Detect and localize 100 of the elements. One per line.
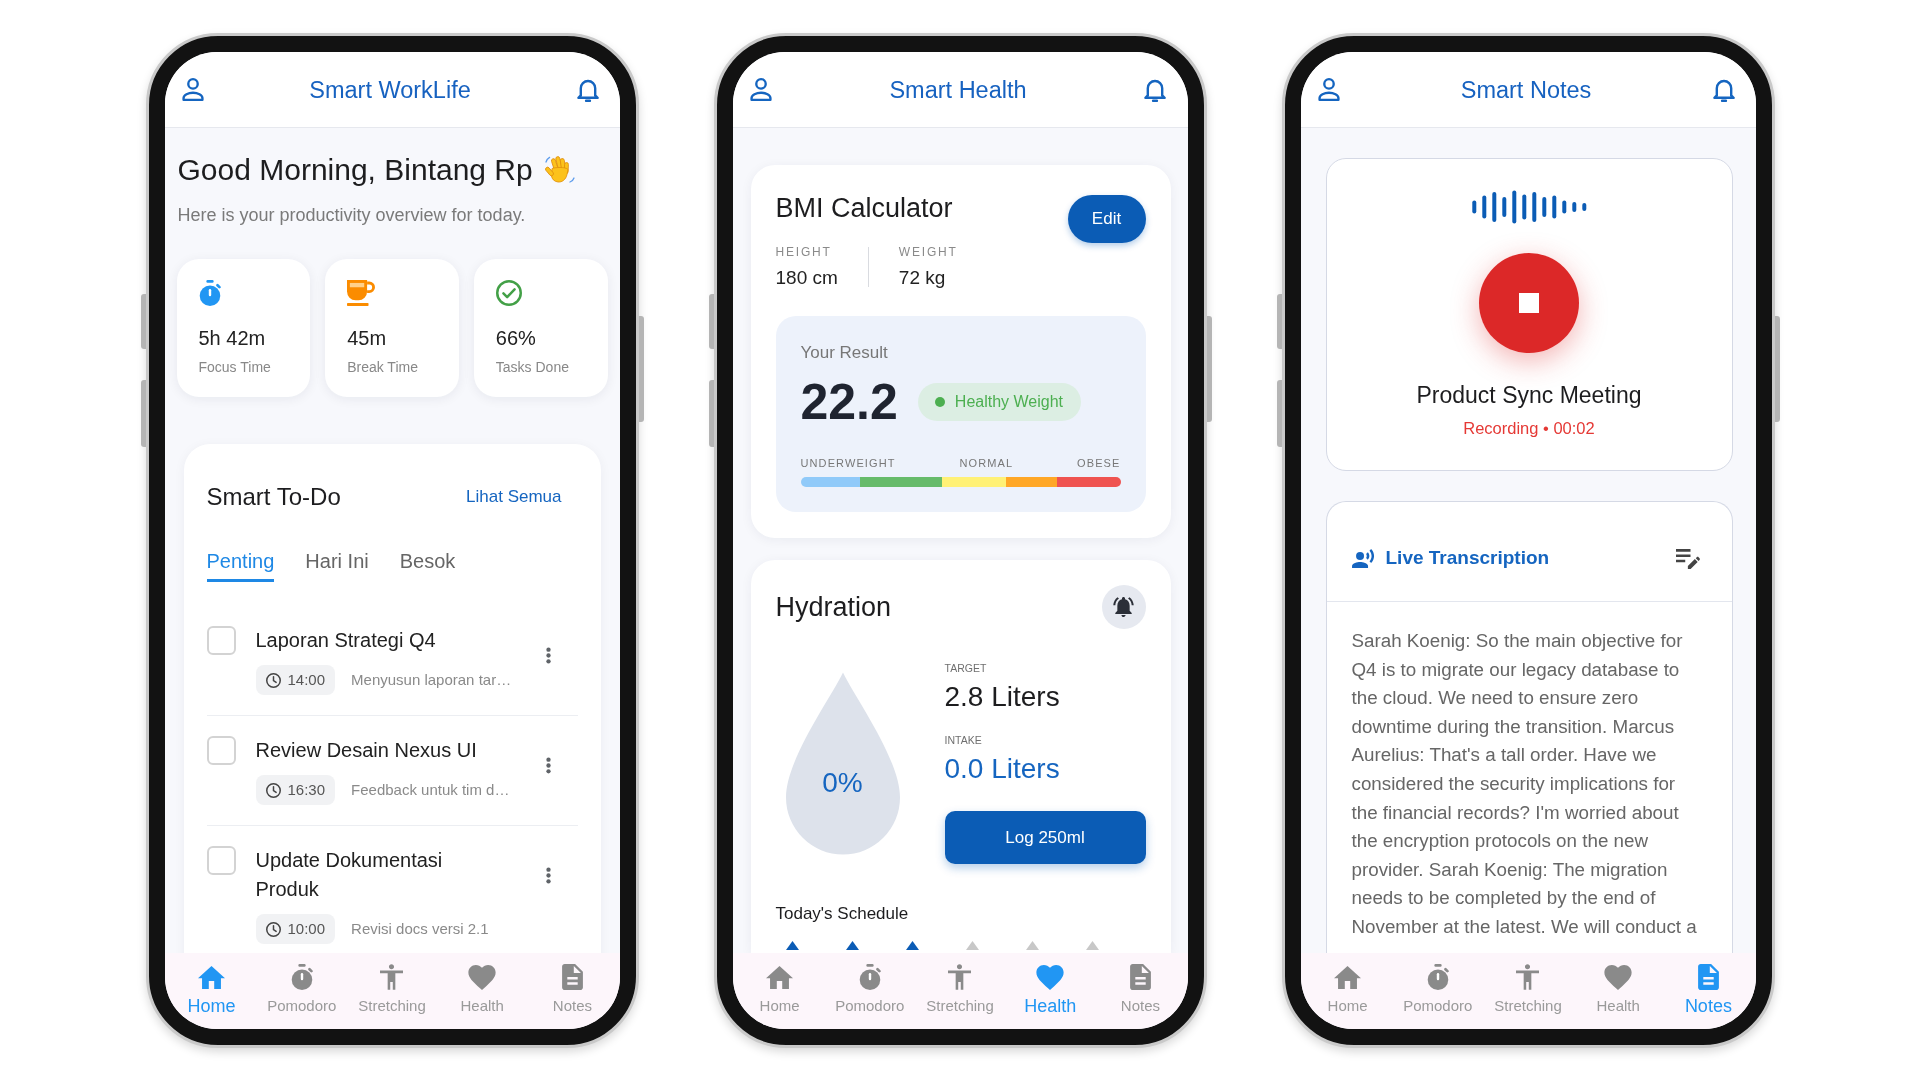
bmi-value: 22.2 — [800, 374, 898, 430]
card-title: Smart To-Do — [206, 484, 341, 510]
status-dot-icon — [934, 397, 945, 407]
more-options-icon[interactable] — [545, 757, 551, 774]
home-icon — [1334, 965, 1362, 989]
scale-label: OBESE — [1077, 456, 1121, 470]
nav-item[interactable]: Stretching — [1482, 953, 1574, 1029]
stopwatch-icon — [1426, 964, 1449, 990]
clock-icon — [265, 921, 281, 937]
home-icon — [198, 965, 226, 989]
bell-icon[interactable] — [1144, 77, 1167, 102]
measure-value: 180 cm — [775, 266, 838, 290]
profile-icon[interactable] — [181, 78, 204, 101]
section-title: Live Transcription — [1385, 546, 1550, 570]
heart-icon — [468, 964, 497, 990]
app-title: Smart WorkLife — [309, 75, 471, 104]
card-title: BMI Calculator — [775, 192, 953, 224]
stopwatch-icon — [198, 280, 221, 306]
measure-label: HEIGHT — [775, 244, 833, 260]
subtitle-text: Here is your productivity overview for today. — [176, 204, 527, 227]
task-checkbox[interactable] — [206, 736, 236, 765]
measure-value: 72 kg — [898, 266, 947, 290]
profile-icon[interactable] — [1317, 78, 1340, 101]
task-time: 16:30 — [287, 781, 326, 799]
stat-label: INTAKE — [944, 733, 983, 747]
task-checkbox[interactable] — [206, 846, 236, 875]
stat-label: Focus Time — [198, 358, 272, 376]
nav-item[interactable]: Pomodoro — [256, 953, 347, 1029]
measure-label: WEIGHT — [898, 244, 958, 260]
nav-item[interactable]: Pomodoro — [1392, 953, 1483, 1029]
stat-label: TARGET — [944, 661, 988, 675]
edit-button[interactable]: Edit — [1067, 195, 1146, 243]
log-water-button[interactable]: Log 250ml — [944, 811, 1146, 864]
nav-item[interactable]: Health — [1005, 953, 1096, 1029]
nav-item[interactable]: Health — [437, 953, 528, 1029]
nav-item[interactable]: Stretching — [914, 953, 1006, 1029]
task-note: Feedback untuk tim d… — [351, 781, 510, 799]
person-arms-out-icon — [1516, 964, 1540, 990]
person-arms-out-icon — [948, 964, 972, 990]
see-all-link[interactable]: Lihat Semua — [466, 486, 562, 508]
nav-item[interactable]: Home — [734, 953, 825, 1029]
bell-icon[interactable] — [1712, 77, 1735, 102]
task-title: Laporan Strategi Q4 — [255, 628, 437, 653]
nav-item[interactable]: Notes — [527, 953, 618, 1029]
nav-item[interactable]: Notes — [1663, 953, 1754, 1029]
scale-label: UNDERWEIGHT — [800, 456, 896, 470]
task-note: Revisi docs versi 2.1 — [351, 920, 489, 938]
stop-recording-button[interactable] — [1479, 253, 1579, 353]
more-options-icon[interactable] — [545, 647, 551, 664]
stop-icon — [1519, 293, 1539, 313]
bell-ringing-icon — [1113, 597, 1134, 617]
scale-label: NORMAL — [959, 456, 1014, 470]
person-arms-out-icon — [380, 964, 404, 990]
stat-value: 5h 42m — [198, 326, 267, 351]
edit-notes-icon[interactable] — [1675, 549, 1700, 569]
task-time: 14:00 — [287, 671, 326, 689]
app-title: Smart Notes — [1460, 75, 1592, 104]
stat-label: Break Time — [347, 358, 419, 376]
recording-status: Recording • 00:02 — [1463, 418, 1595, 439]
greeting-text: Good Morning, Bintang Rp — [177, 152, 533, 188]
clock-icon — [265, 672, 281, 688]
waveform-icon — [1471, 190, 1587, 224]
task-checkbox[interactable] — [206, 626, 236, 655]
stat-label: Tasks Done — [495, 358, 570, 376]
result-label: Your Result — [800, 342, 889, 364]
profile-icon[interactable] — [749, 78, 772, 101]
nav-item[interactable]: Stretching — [346, 953, 438, 1029]
transcript-text: Sarah Koenig: So the main objective for Q4 is to migrate our legacy database to the cloud. We need to ensure zero downtime during the transition. Marcus Aurelius: That's a tall order. Have we considered the security implications for the financial records? I'm worried about the encryption protocols on the new provider. Sarah Koenig: The migration needs to be completed by the end of November at the latest. We will conduct a — [1351, 629, 1698, 939]
task-title: Update Dokumentasi Produk — [255, 848, 444, 902]
tab[interactable]: Penting — [206, 549, 275, 582]
nav-item[interactable]: Notes — [1095, 953, 1186, 1029]
bell-icon[interactable] — [576, 77, 599, 102]
stat-value: 0.0 Liters — [944, 752, 1061, 786]
heart-icon — [1604, 964, 1633, 990]
stat-value: 45m — [347, 326, 388, 351]
nav-item[interactable]: Health — [1573, 953, 1664, 1029]
percent-text: 0% — [822, 766, 863, 800]
stopwatch-icon — [858, 964, 881, 990]
stopwatch-icon — [290, 964, 313, 990]
speaking-person-icon — [1351, 548, 1375, 568]
schedule-title: Today's Schedule — [775, 903, 910, 925]
stat-value: 2.8 Liters — [944, 680, 1061, 714]
tab[interactable]: Besok — [399, 549, 456, 582]
clock-icon — [265, 782, 281, 798]
document-icon — [1697, 964, 1719, 990]
nav-item[interactable]: Home — [166, 953, 257, 1029]
tab[interactable]: Hari Ini — [305, 549, 369, 582]
task-time: 10:00 — [287, 920, 326, 938]
waving-hand-icon — [544, 154, 575, 186]
more-options-icon[interactable] — [545, 867, 551, 884]
document-icon — [1129, 964, 1151, 990]
card-title: Hydration — [775, 591, 892, 623]
coffee-cup-icon — [347, 280, 376, 306]
task-note: Menyusun laporan tar… — [351, 671, 512, 689]
nav-item[interactable]: Pomodoro — [824, 953, 915, 1029]
meeting-title: Product Sync Meeting — [1416, 381, 1642, 409]
app-title: Smart Health — [889, 75, 1027, 104]
reminder-button[interactable] — [1101, 585, 1146, 629]
heart-icon — [1036, 964, 1065, 990]
nav-item[interactable]: Home — [1302, 953, 1393, 1029]
